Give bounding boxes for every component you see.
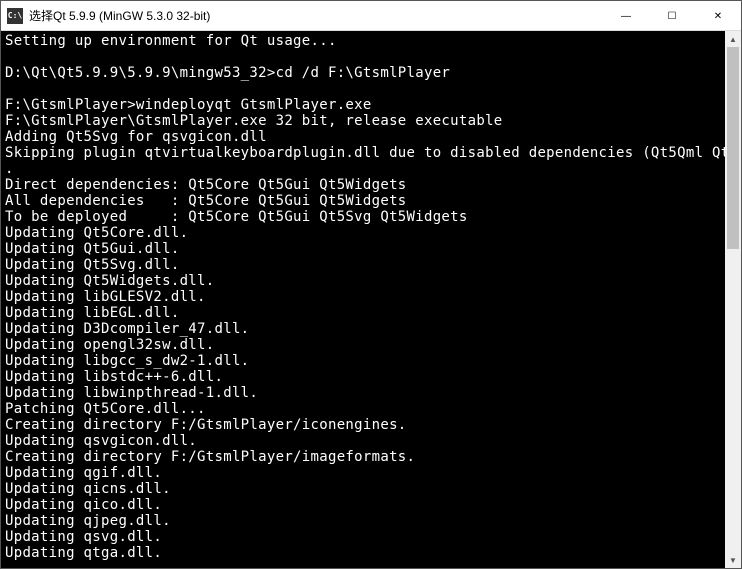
- window-title: 选择Qt 5.9.9 (MinGW 5.3.0 32-bit): [29, 7, 210, 24]
- window-titlebar: C:\ 选择Qt 5.9.9 (MinGW 5.3.0 32-bit) — ☐ …: [1, 1, 741, 31]
- window-controls: — ☐ ✕: [603, 1, 741, 31]
- maximize-button[interactable]: ☐: [649, 1, 695, 31]
- scroll-thumb[interactable]: [727, 47, 739, 249]
- app-icon: C:\: [7, 8, 23, 24]
- scroll-down-button[interactable]: ▼: [725, 552, 741, 568]
- minimize-button[interactable]: —: [603, 1, 649, 31]
- console-container: Setting up environment for Qt usage... D…: [1, 31, 741, 568]
- scroll-track[interactable]: [725, 47, 741, 552]
- close-button[interactable]: ✕: [695, 1, 741, 31]
- console-output[interactable]: Setting up environment for Qt usage... D…: [1, 31, 725, 568]
- vertical-scrollbar[interactable]: ▲ ▼: [725, 31, 741, 568]
- scroll-up-button[interactable]: ▲: [725, 31, 741, 47]
